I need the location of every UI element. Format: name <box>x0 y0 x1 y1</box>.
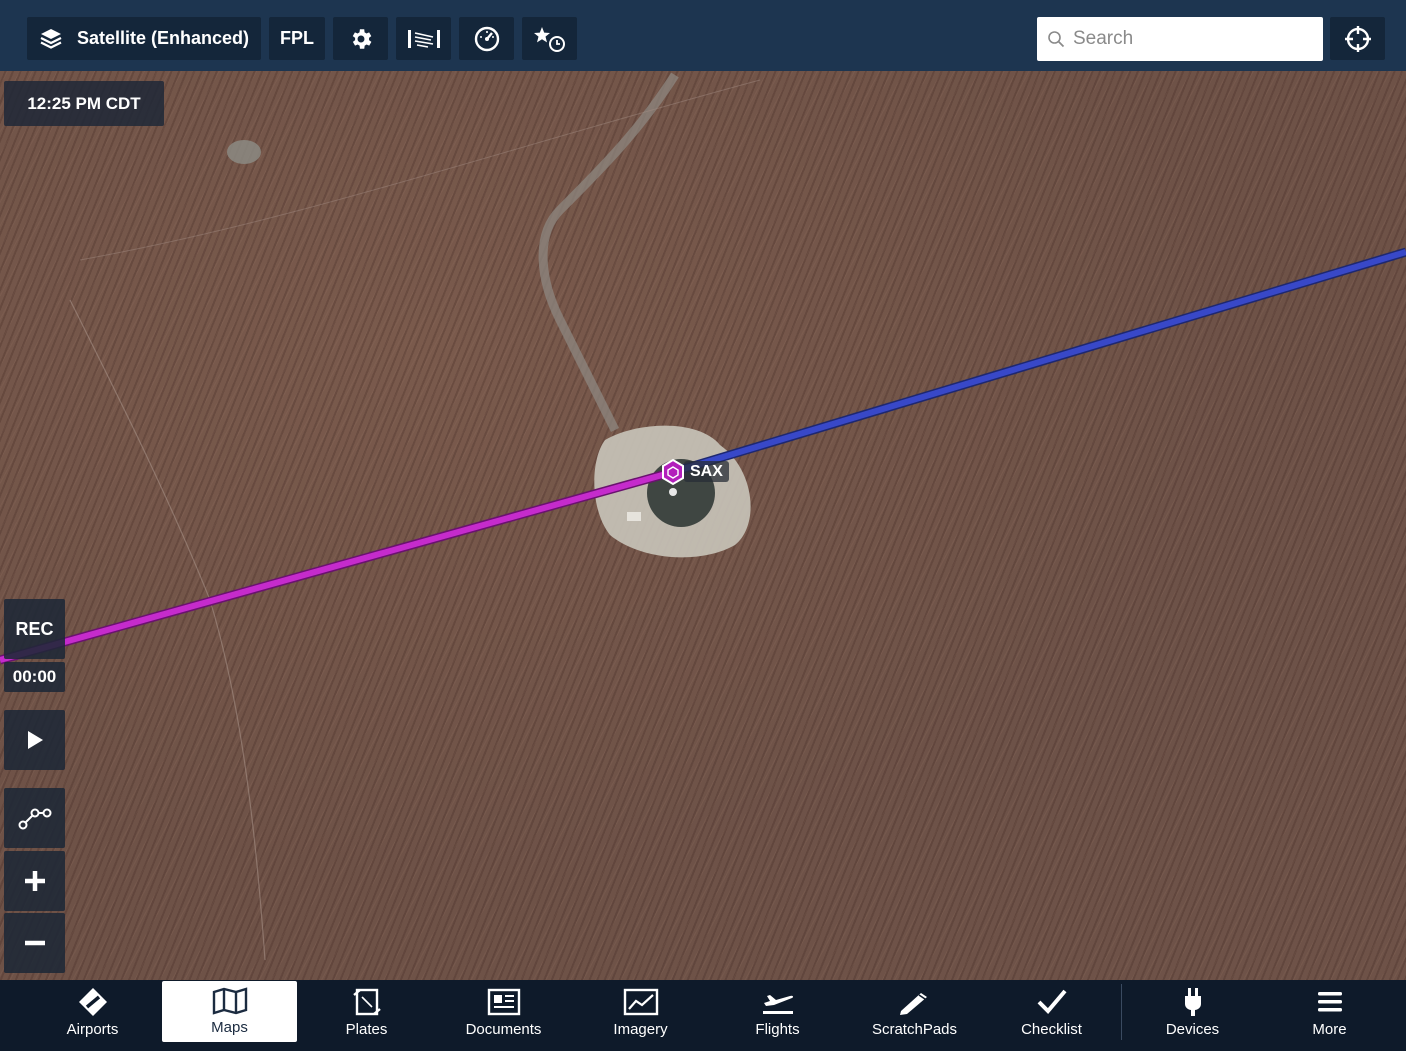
time-text: 12:25 PM CDT <box>27 93 141 113</box>
crosshair-icon <box>1344 25 1372 53</box>
fpl-label: FPL <box>280 28 314 48</box>
map-layer-button[interactable]: Satellite (Enhanced) <box>27 17 261 60</box>
tab-checklist[interactable]: Checklist <box>984 981 1119 1042</box>
route-edit-icon <box>17 804 53 832</box>
fpl-button[interactable]: FPL <box>269 17 325 60</box>
tab-documents[interactable]: Documents <box>436 981 571 1042</box>
equipment-shelter <box>627 512 641 521</box>
plus-icon <box>23 869 47 893</box>
tab-plates-label: Plates <box>345 1021 388 1038</box>
record-timer-text: 00:00 <box>12 667 57 686</box>
wind-button[interactable] <box>396 17 451 60</box>
settings-button[interactable] <box>333 17 388 60</box>
tab-maps[interactable]: Maps <box>162 981 297 1042</box>
tab-devices[interactable]: Devices <box>1125 981 1260 1042</box>
instruments-button[interactable] <box>459 17 514 60</box>
tab-scratchpads[interactable]: ScratchPads <box>847 981 982 1042</box>
waypoint-label[interactable]: SAX <box>684 461 729 482</box>
tab-devices-label: Devices <box>1165 1021 1220 1038</box>
search-icon <box>1047 30 1065 48</box>
dirt-road <box>538 72 679 433</box>
tab-more-label: More <box>1312 1021 1347 1038</box>
layers-icon <box>39 27 63 51</box>
play-button[interactable] <box>4 710 65 770</box>
route-edit-button[interactable] <box>4 788 65 848</box>
vortac-waypoint-icon[interactable] <box>662 458 684 486</box>
tab-plates[interactable]: Plates <box>299 981 434 1042</box>
tab-divider <box>1121 984 1122 1040</box>
vortac-center <box>669 488 677 496</box>
time-display: 12:25 PM CDT <box>4 81 164 126</box>
zoom-out-button[interactable] <box>4 913 65 973</box>
search-box[interactable] <box>1037 17 1323 61</box>
tab-flights[interactable]: Flights <box>710 981 845 1042</box>
tab-airports[interactable]: Airports <box>25 981 160 1042</box>
map-overlay <box>0 72 1406 961</box>
tab-airports-label: Airports <box>66 1021 119 1038</box>
map-icon <box>212 987 248 1015</box>
airport-diamond-icon <box>77 987 109 1017</box>
gear-icon <box>348 26 374 52</box>
documents-icon <box>486 987 522 1017</box>
route-upcoming-line <box>672 249 1406 475</box>
tab-checklist-label: Checklist <box>1021 1021 1082 1038</box>
plug-icon <box>1178 987 1208 1017</box>
minus-icon <box>23 931 47 955</box>
gauge-icon <box>473 25 501 53</box>
favorites-recents-button[interactable] <box>522 17 577 60</box>
hamburger-icon <box>1315 987 1345 1017</box>
zoom-in-button[interactable] <box>4 851 65 911</box>
checkmark-icon <box>1035 987 1069 1017</box>
tab-imagery[interactable]: Imagery <box>573 981 708 1042</box>
wind-icon <box>406 27 442 51</box>
tab-flights-label: Flights <box>755 1021 800 1038</box>
tab-scratchpads-label: ScratchPads <box>871 1021 958 1038</box>
pencil-icon <box>897 987 933 1017</box>
route-flown-line <box>0 469 674 663</box>
plates-icon <box>352 987 382 1017</box>
tab-imagery-label: Imagery <box>613 1021 668 1038</box>
play-icon <box>25 729 45 751</box>
bottom-tab-bar: Airports Maps Plates Documents Imagery F… <box>0 980 1406 1051</box>
search-input[interactable] <box>1071 27 1315 51</box>
imagery-icon <box>623 987 659 1017</box>
tab-more[interactable]: More <box>1262 981 1397 1042</box>
favorites-clock-icon <box>533 25 567 53</box>
map-layer-label: Satellite (Enhanced) <box>77 28 250 48</box>
tab-maps-label: Maps <box>211 1019 248 1036</box>
record-timer: 00:00 <box>4 662 65 692</box>
map-view[interactable] <box>0 71 1406 980</box>
record-label: REC <box>15 618 54 639</box>
top-toolbar: Satellite (Enhanced) FPL <box>0 0 1406 71</box>
small-clearing <box>227 140 261 164</box>
plane-icon <box>760 987 796 1017</box>
tab-documents-label: Documents <box>465 1021 542 1038</box>
locate-button[interactable] <box>1330 17 1385 60</box>
record-button[interactable]: REC <box>4 599 65 659</box>
